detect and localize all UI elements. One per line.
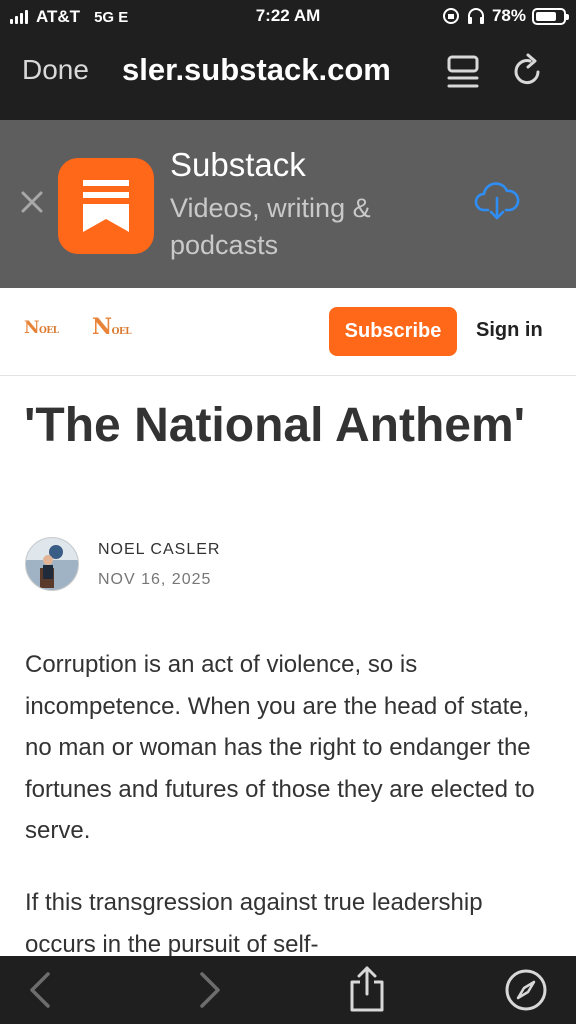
browser-bottom-toolbar (0, 956, 576, 1024)
avatar-image (26, 538, 78, 590)
cloud-download-icon[interactable] (474, 182, 520, 222)
reader-view-icon[interactable] (446, 54, 480, 90)
publish-date: NOV 16, 2025 (98, 571, 212, 588)
reload-icon[interactable] (510, 52, 546, 90)
battery-level (536, 11, 556, 21)
app-banner: Substack Videos, writing & podcasts (0, 120, 576, 288)
app-name: Substack (170, 146, 306, 183)
close-icon[interactable] (18, 188, 46, 216)
share-icon[interactable] (344, 964, 390, 1014)
battery-percent: 78% (491, 6, 526, 25)
subscribe-button[interactable]: Subscribe (329, 307, 457, 356)
author-name[interactable]: NOEL CASLER (98, 541, 220, 559)
app-subtitle: Videos, writing & podcasts (170, 193, 371, 260)
author-avatar[interactable] (25, 537, 79, 591)
done-button[interactable]: Done (22, 54, 89, 86)
article-title: 'The National Anthem' (24, 399, 526, 452)
browser-toolbar: Done sler.substack.com (0, 34, 576, 120)
site-header: NOEL NOEL Subscribe Sign in (0, 288, 576, 376)
publication-logo[interactable]: NOEL (92, 314, 132, 340)
orientation-lock-icon (442, 8, 459, 24)
substack-app-icon[interactable] (58, 158, 154, 254)
status-right: 78% (442, 6, 569, 26)
status-bar: AT&T 5G E 7:22 AM 78% (0, 0, 576, 34)
substack-logo-icon (83, 180, 129, 232)
headphones-icon (467, 8, 484, 24)
compass-icon[interactable] (504, 968, 548, 1012)
article-paragraph: Corruption is an act of violence, so is … (25, 651, 535, 844)
back-icon[interactable] (20, 968, 64, 1012)
battery-icon (532, 7, 569, 25)
forward-icon[interactable] (186, 968, 230, 1012)
article-paragraph: If this transgression against true leade… (25, 889, 483, 958)
address-bar[interactable]: sler.substack.com (122, 52, 391, 88)
publication-logo-small[interactable]: NOEL (24, 318, 59, 338)
sign-in-link[interactable]: Sign in (476, 319, 543, 342)
